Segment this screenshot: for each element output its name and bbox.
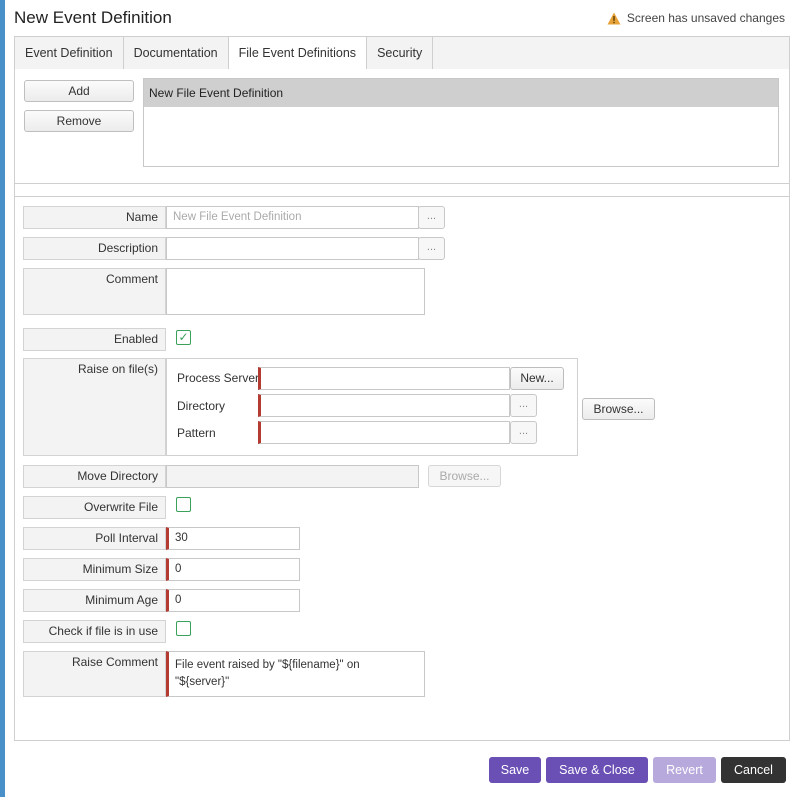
name-more-button[interactable]: ... (418, 206, 445, 229)
dialog-title: New Event Definition (14, 8, 172, 27)
name-field[interactable]: New File Event Definition (166, 206, 419, 229)
event-definition-dialog: New Event Definition Screen has unsaved … (5, 0, 800, 797)
comment-field[interactable] (166, 268, 425, 315)
raise-on-files-group: Process Server New... Directory ... Patt… (166, 358, 578, 456)
revert-button[interactable]: Revert (653, 757, 716, 783)
process-server-field[interactable] (258, 367, 510, 390)
pattern-more-button[interactable]: ... (510, 421, 537, 444)
poll-interval-field[interactable]: 30 (166, 527, 300, 550)
enabled-checkbox[interactable]: ✓ (176, 330, 191, 345)
overwrite-file-checkbox[interactable] (176, 497, 191, 512)
remove-button[interactable]: Remove (24, 110, 134, 132)
file-event-definitions-list: New File Event Definition (143, 78, 779, 167)
description-more-button[interactable]: ... (418, 237, 445, 260)
directory-more-button[interactable]: ... (510, 394, 537, 417)
check-in-use-checkbox[interactable] (176, 621, 191, 636)
poll-interval-label: Poll Interval (23, 527, 166, 550)
divider (15, 183, 789, 184)
minimum-age-label: Minimum Age (23, 589, 166, 612)
name-label: Name (23, 206, 166, 229)
move-directory-field[interactable] (166, 465, 419, 488)
minimum-size-field[interactable]: 0 (166, 558, 300, 581)
directory-label: Directory (177, 399, 226, 413)
pattern-label: Pattern (177, 426, 216, 440)
divider (15, 196, 789, 197)
tab-event-definition[interactable]: Event Definition (15, 37, 124, 69)
move-directory-browse-button[interactable]: Browse... (428, 465, 501, 487)
cancel-button[interactable]: Cancel (721, 757, 786, 783)
new-process-server-button[interactable]: New... (510, 367, 564, 390)
browse-button[interactable]: Browse... (582, 398, 655, 420)
tab-bar: Event Definition Documentation File Even… (14, 36, 790, 70)
save-and-close-button[interactable]: Save & Close (546, 757, 648, 783)
raise-comment-field[interactable]: File event raised by "${filename}" on "$… (166, 651, 425, 697)
enabled-label: Enabled (23, 328, 166, 351)
unsaved-changes-notice: Screen has unsaved changes (607, 11, 785, 25)
description-field[interactable] (166, 237, 419, 260)
warning-icon (607, 12, 621, 24)
overwrite-file-label: Overwrite File (23, 496, 166, 519)
save-button[interactable]: Save (489, 757, 541, 783)
move-directory-label: Move Directory (23, 465, 166, 488)
tab-file-event-definitions[interactable]: File Event Definitions (228, 37, 368, 69)
description-label: Description (23, 237, 166, 260)
minimum-size-label: Minimum Size (23, 558, 166, 581)
tab-documentation[interactable]: Documentation (123, 37, 229, 69)
check-in-use-label: Check if file is in use (23, 620, 166, 643)
pattern-field[interactable] (258, 421, 510, 444)
unsaved-changes-text: Screen has unsaved changes (626, 11, 785, 25)
file-event-definitions-panel: Add Remove New File Event Definition Nam… (14, 69, 790, 741)
add-button[interactable]: Add (24, 80, 134, 102)
raise-comment-label: Raise Comment (23, 651, 166, 697)
list-item[interactable]: New File Event Definition (144, 79, 778, 107)
minimum-age-field[interactable]: 0 (166, 589, 300, 612)
process-server-label: Process Server (177, 371, 260, 385)
comment-label: Comment (23, 268, 166, 315)
tab-security[interactable]: Security (367, 37, 434, 69)
raise-on-files-label: Raise on file(s) (23, 358, 166, 456)
directory-field[interactable] (258, 394, 510, 417)
